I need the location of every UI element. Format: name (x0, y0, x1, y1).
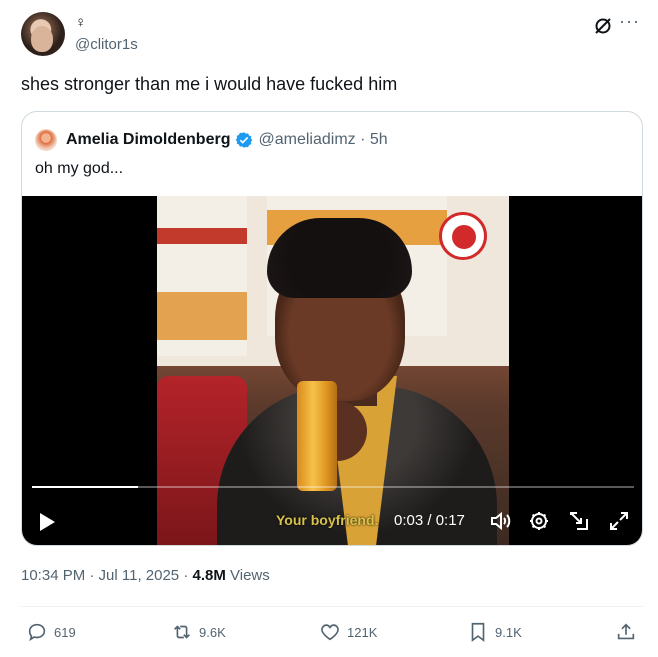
more-horizontal-icon[interactable]: ··· (619, 12, 641, 34)
like-button[interactable]: 121K (319, 619, 377, 645)
share-icon (617, 623, 635, 640)
quoted-tweet-header: Amelia Dimoldenberg @ameliadimz · 5h (35, 128, 388, 152)
divider (21, 606, 643, 607)
fullscreen-icon[interactable] (608, 510, 630, 532)
quoted-avatar[interactable] (35, 129, 57, 151)
share-button[interactable] (615, 619, 637, 645)
bookmark-count: 9.1K (495, 624, 522, 640)
reply-icon (28, 623, 46, 642)
play-icon[interactable] (38, 512, 56, 532)
repost-button[interactable]: 9.6K (171, 619, 226, 645)
views-count: 4.8M (192, 567, 226, 584)
quoted-handle[interactable]: @ameliadimz · 5h (258, 131, 387, 149)
like-icon (321, 624, 339, 641)
video-frame (157, 196, 509, 545)
like-count: 121K (347, 624, 378, 640)
reply-count: 619 (54, 624, 76, 640)
drink-can (297, 381, 337, 491)
grok-icon[interactable] (593, 16, 613, 36)
reply-button[interactable]: 619 (26, 619, 76, 645)
video-subtitle: Your boyfriend. (276, 512, 379, 528)
views-label: Views (225, 567, 270, 584)
tweet-text: shes stronger than me i would have fucke… (21, 74, 398, 94)
tweet-header: ♀ @clitor1s ··· (21, 10, 641, 60)
repost-count: 9.6K (199, 624, 226, 640)
author-handle[interactable]: @clitor1s (75, 36, 138, 53)
quoted-tweet[interactable]: Amelia Dimoldenberg @ameliadimz · 5h oh … (21, 111, 643, 546)
repost-icon (174, 625, 190, 639)
volume-icon[interactable] (489, 510, 511, 532)
verified-badge-icon (236, 132, 253, 148)
tweet-timestamp[interactable]: 10:34 PM · Jul 11, 2025 · (21, 567, 192, 584)
author-display-name[interactable]: ♀ (75, 14, 86, 31)
action-bar: 619 9.6K 121K 9.1K (21, 619, 643, 645)
picture-in-picture-icon[interactable] (568, 510, 590, 532)
video-progress-bar[interactable] (32, 486, 634, 488)
quoted-display-name[interactable]: Amelia Dimoldenberg (66, 131, 230, 149)
video-time: 0:03 / 0:17 (394, 512, 465, 529)
settings-icon[interactable] (528, 510, 550, 532)
bookmark-icon (471, 622, 485, 642)
show-logo (439, 212, 487, 260)
video-progress-fill (32, 486, 138, 488)
video-player[interactable]: Your boyfriend. 0:03 / 0:17 (22, 196, 642, 545)
avatar[interactable] (21, 12, 65, 56)
bookmark-button[interactable]: 9.1K (467, 619, 522, 645)
quoted-tweet-text: oh my god... (35, 160, 124, 177)
tweet-metadata: 10:34 PM · Jul 11, 2025 · 4.8M Views (21, 567, 270, 584)
